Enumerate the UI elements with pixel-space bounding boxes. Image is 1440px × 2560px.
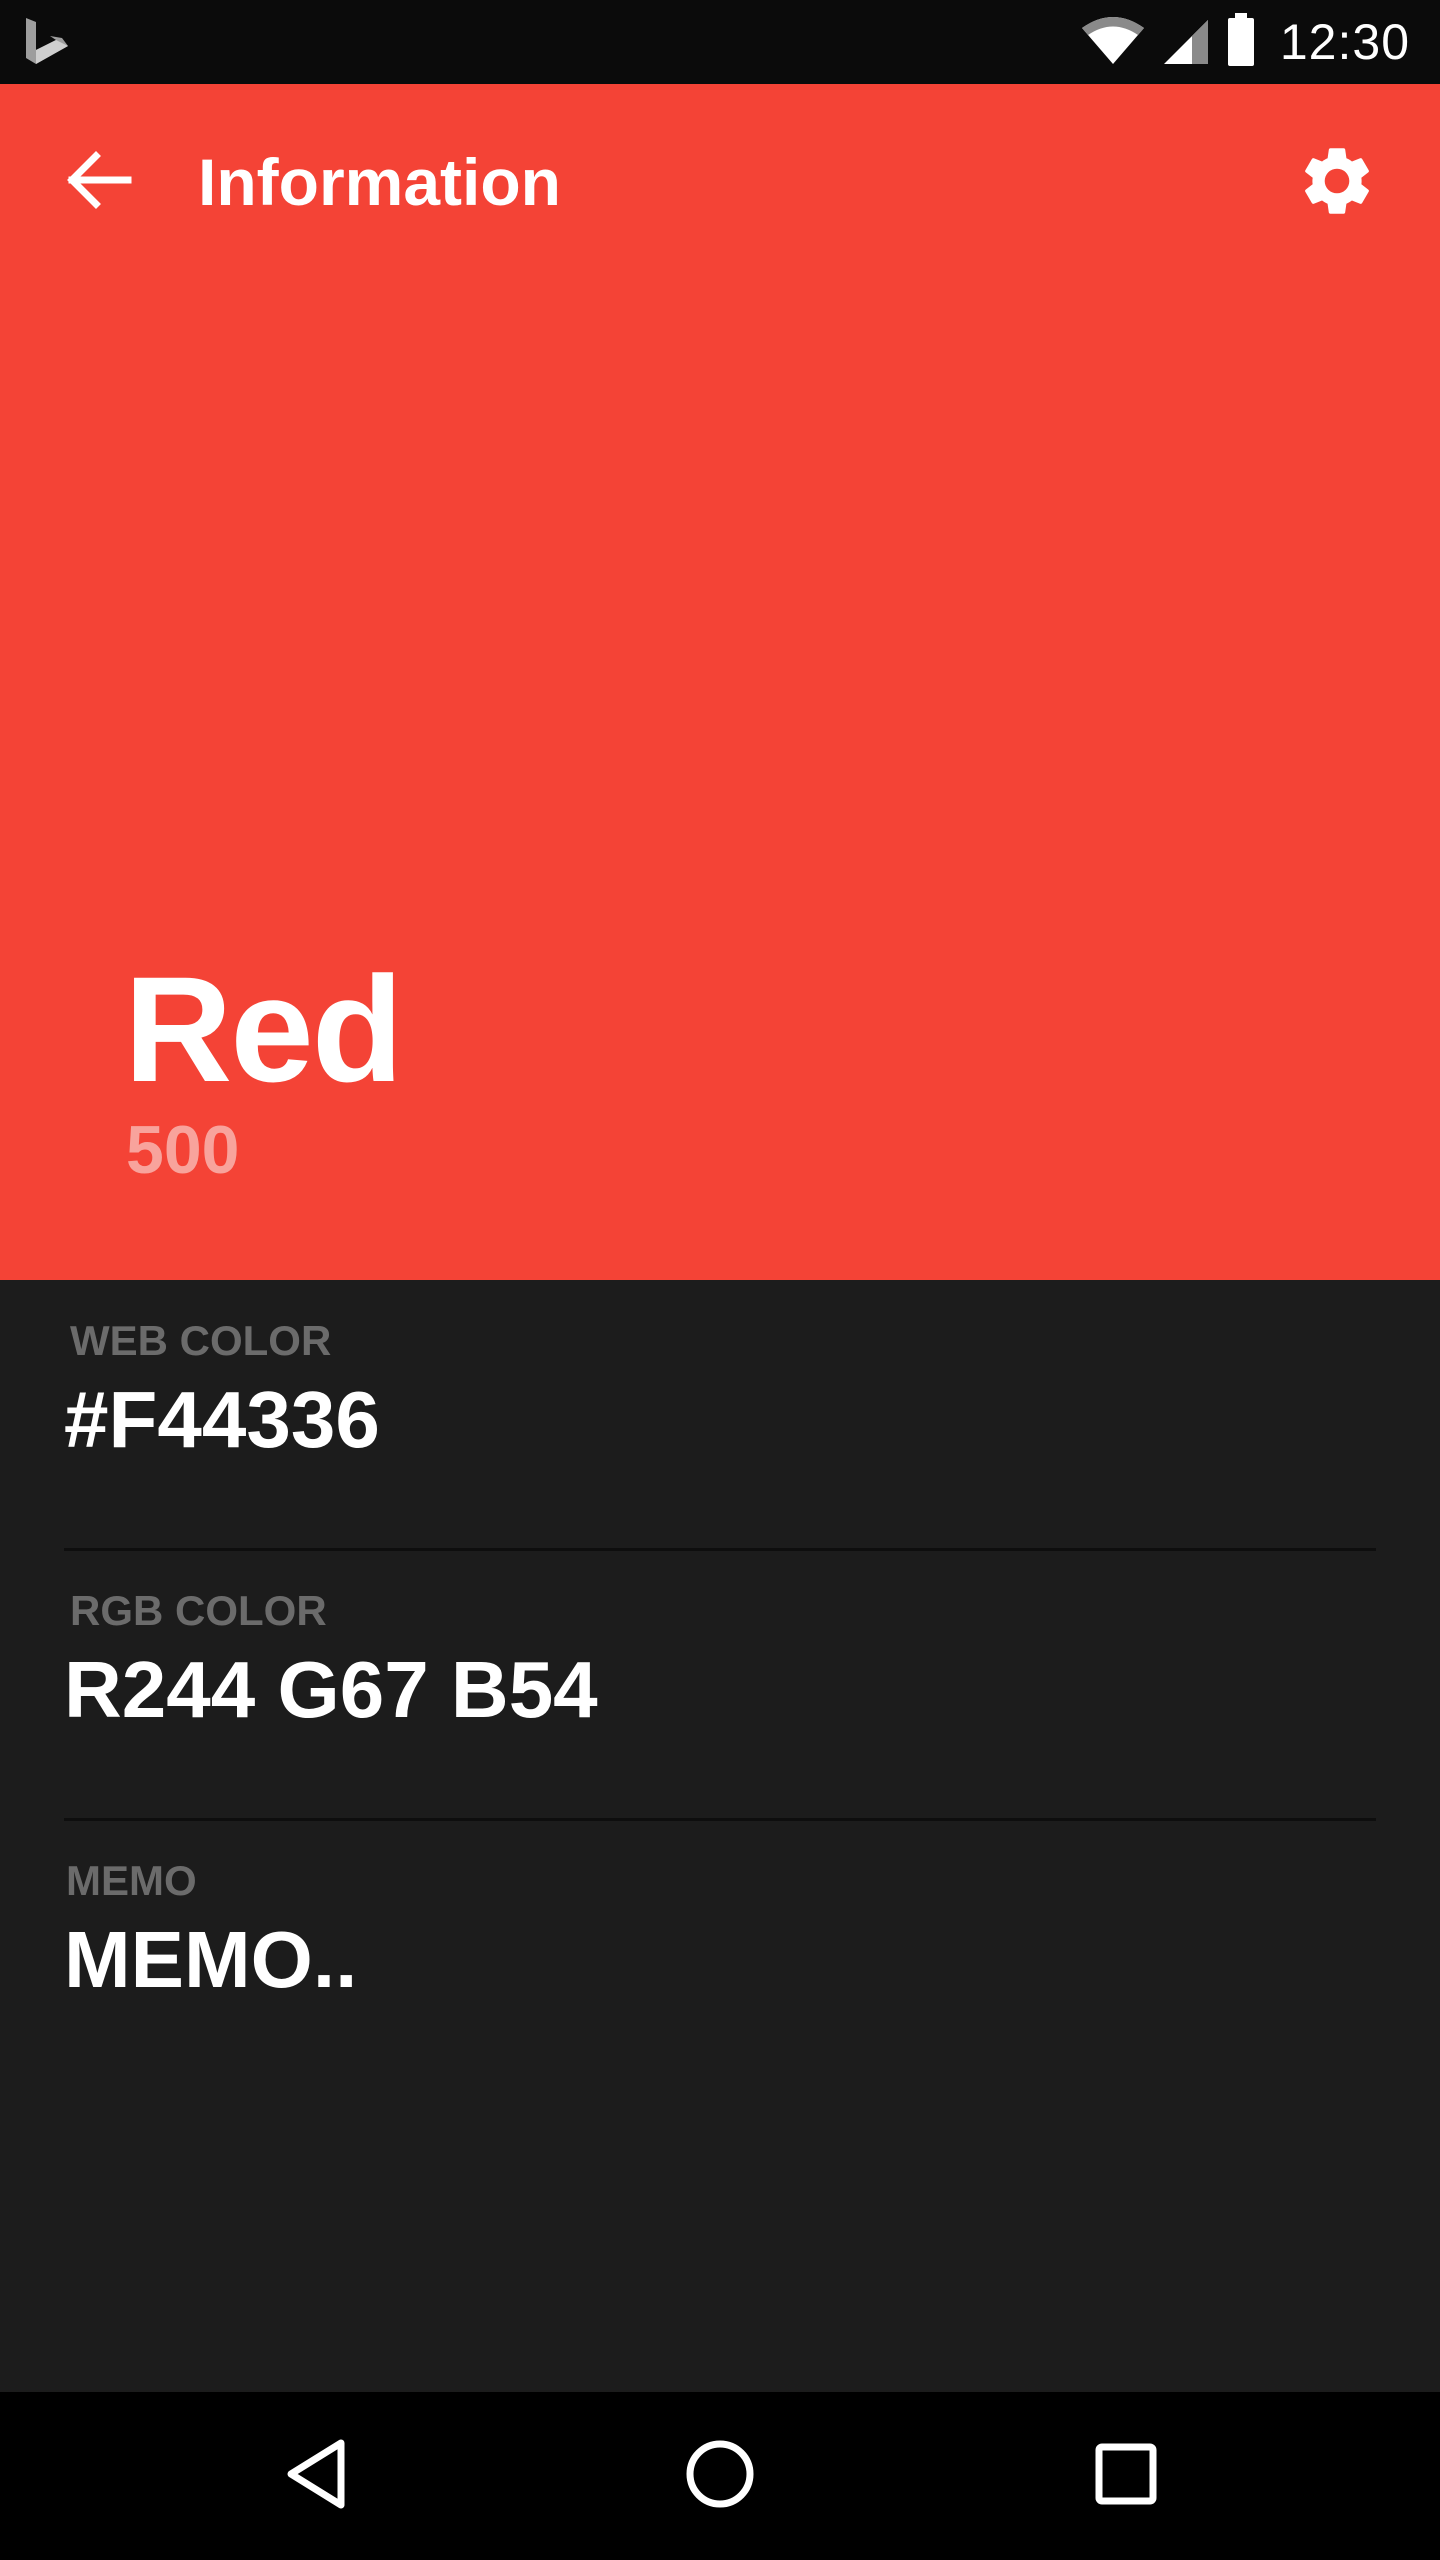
recents-square-icon: [1094, 2442, 1158, 2511]
arrow-back-icon: [62, 144, 134, 221]
divider: [64, 1818, 1376, 1821]
status-time: 12:30: [1279, 14, 1410, 70]
memo-row[interactable]: MEMO MEMO..: [64, 1860, 1376, 2090]
nav-home-button[interactable]: [670, 2426, 770, 2526]
color-shade: 500: [126, 1112, 240, 1188]
web-color-row[interactable]: WEB COLOR #F44336: [64, 1320, 1376, 1550]
screen: 12:30 Information Red 500 WEB COLOR #F44: [0, 0, 1440, 2560]
color-hero: Information Red 500: [0, 84, 1440, 1280]
bing-icon: [22, 16, 74, 68]
back-triangle-icon: [281, 2437, 351, 2516]
gear-icon: [1296, 140, 1378, 227]
memo-label: MEMO: [66, 1857, 197, 1904]
memo-value[interactable]: MEMO..: [64, 1920, 357, 2000]
back-button[interactable]: [58, 142, 138, 222]
page-title: Information: [198, 145, 561, 219]
info-list: WEB COLOR #F44336 RGB COLOR R244 G67 B54…: [0, 1280, 1440, 2392]
wifi-icon: [1080, 14, 1146, 71]
status-icons: 12:30: [1080, 0, 1410, 84]
web-color-label: WEB COLOR: [70, 1317, 332, 1364]
status-bar: 12:30: [0, 0, 1440, 84]
cell-signal-icon: [1160, 14, 1212, 71]
rgb-color-label: RGB COLOR: [70, 1587, 327, 1634]
divider: [64, 1548, 1376, 1551]
battery-icon: [1226, 12, 1256, 72]
nav-bar: [0, 2392, 1440, 2560]
settings-button[interactable]: [1292, 138, 1382, 228]
rgb-color-row[interactable]: RGB COLOR R244 G67 B54: [64, 1590, 1376, 1820]
color-name: Red: [124, 945, 403, 1113]
nav-recents-button[interactable]: [1076, 2426, 1176, 2526]
web-color-value: #F44336: [64, 1375, 380, 1464]
home-circle-icon: [684, 2438, 756, 2515]
nav-back-button[interactable]: [266, 2426, 366, 2526]
rgb-color-value: R244 G67 B54: [64, 1645, 598, 1734]
